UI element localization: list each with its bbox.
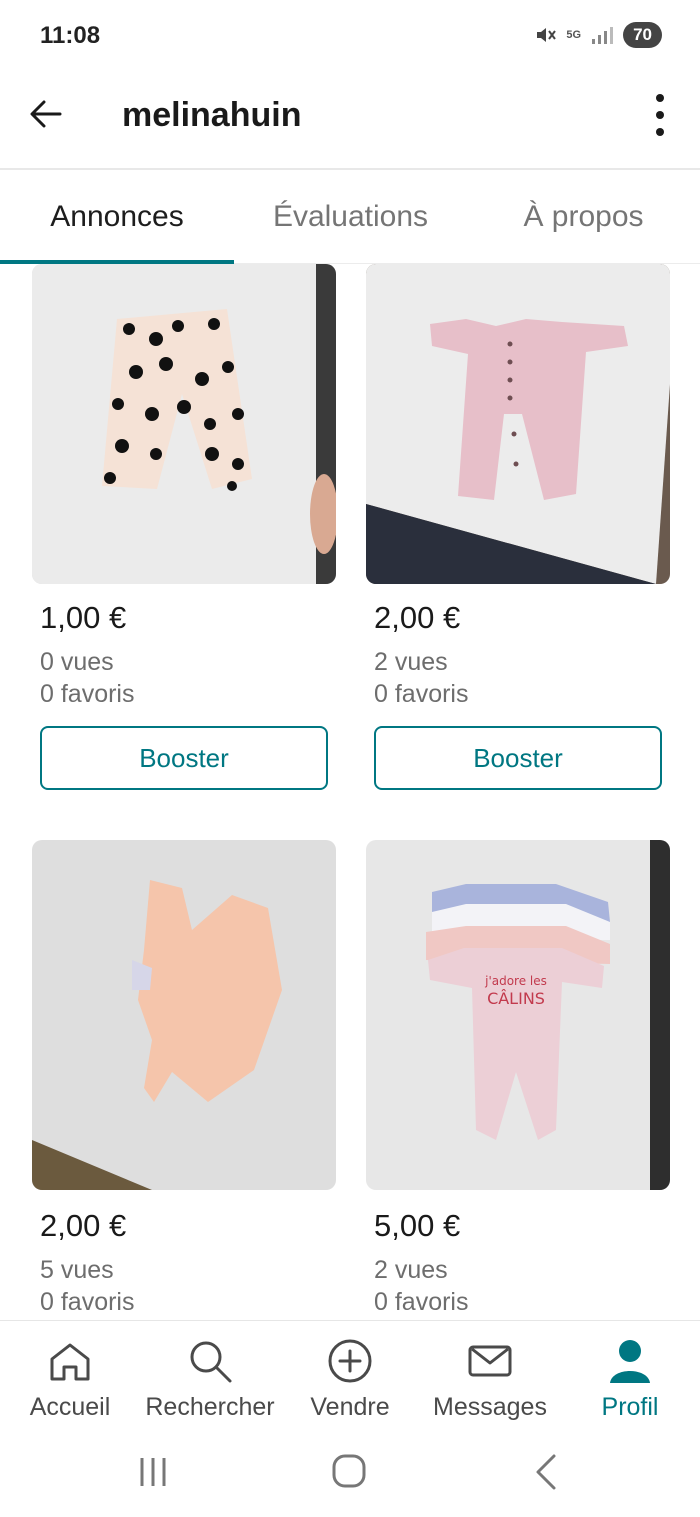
network-label: 5G bbox=[566, 29, 582, 41]
profile-header: melinahuin bbox=[0, 72, 700, 170]
onesie-photo-illustration bbox=[366, 264, 670, 584]
nav-messages-label: Messages bbox=[433, 1393, 547, 1421]
listing-favorites: 0 favoris bbox=[374, 680, 469, 708]
nav-vendre-label: Vendre bbox=[310, 1393, 390, 1421]
listing-price: 1,00 € bbox=[40, 600, 127, 635]
more-vertical-icon bbox=[656, 94, 664, 136]
nav-rechercher[interactable]: Rechercher bbox=[140, 1321, 280, 1433]
bodysuit-print-line2: CÂLINS bbox=[487, 989, 545, 1008]
profile-icon bbox=[610, 1340, 650, 1383]
listing-views: 5 vues bbox=[40, 1256, 114, 1284]
listing-photo[interactable] bbox=[32, 840, 336, 1190]
nav-accueil[interactable]: Accueil bbox=[0, 1321, 140, 1433]
tab-annonces[interactable]: Annonces bbox=[0, 170, 234, 264]
listing-card[interactable]: j'adore les CÂLINS 5,00 € 2 vues 0 favor… bbox=[366, 840, 670, 1320]
nav-accueil-label: Accueil bbox=[29, 1393, 111, 1421]
arrow-left-icon bbox=[30, 100, 62, 128]
listing-views: 2 vues bbox=[374, 648, 448, 676]
listing-photo[interactable]: j'adore les CÂLINS bbox=[366, 840, 670, 1190]
leggings-photo-illustration bbox=[32, 264, 336, 584]
recent-apps-icon bbox=[140, 1458, 166, 1486]
battery-badge: 70 bbox=[623, 22, 662, 48]
listing-photo[interactable] bbox=[366, 264, 670, 584]
nav-profil[interactable]: Profil bbox=[560, 1321, 700, 1433]
back-button[interactable] bbox=[26, 94, 66, 134]
nav-messages[interactable]: Messages bbox=[420, 1321, 560, 1433]
listing-price: 2,00 € bbox=[374, 600, 461, 635]
plus-circle-icon bbox=[328, 1339, 372, 1383]
status-time: 11:08 bbox=[40, 22, 101, 49]
status-icons: 5G 70 bbox=[534, 22, 662, 48]
profile-tabs: Annonces Évaluations À propos bbox=[0, 170, 700, 264]
listing-card[interactable]: 2,00 € 5 vues 0 favoris bbox=[32, 840, 336, 1320]
back-system-button[interactable] bbox=[520, 1452, 570, 1492]
listing-card[interactable]: 1,00 € 0 vues 0 favoris Booster bbox=[32, 264, 336, 804]
search-icon bbox=[190, 1341, 232, 1383]
mute-icon bbox=[534, 24, 557, 46]
booster-button[interactable]: Booster bbox=[374, 726, 662, 790]
home-icon bbox=[50, 1343, 90, 1381]
signal-icon bbox=[591, 25, 614, 45]
profile-username: melinahuin bbox=[122, 96, 302, 134]
nav-profil-label: Profil bbox=[601, 1393, 659, 1421]
mail-icon bbox=[468, 1345, 512, 1377]
nav-rechercher-label: Rechercher bbox=[145, 1393, 275, 1421]
more-options-button[interactable] bbox=[650, 92, 670, 138]
home-system-button[interactable] bbox=[324, 1452, 374, 1492]
listings-grid: 1,00 € 0 vues 0 favoris Booster 2,00 € 2… bbox=[0, 264, 700, 1320]
listing-favorites: 0 favoris bbox=[40, 1288, 135, 1316]
listing-price: 5,00 € bbox=[374, 1208, 461, 1243]
listing-views: 2 vues bbox=[374, 1256, 448, 1284]
bodysuit-print-line1: j'adore les bbox=[484, 974, 547, 988]
system-navigation-bar bbox=[0, 1432, 700, 1517]
bodysuits-photo-illustration: j'adore les CÂLINS bbox=[366, 840, 670, 1190]
chevron-left-icon bbox=[536, 1454, 556, 1490]
status-bar: 11:08 5G 70 bbox=[0, 0, 700, 72]
listing-favorites: 0 favoris bbox=[40, 680, 135, 708]
tab-evaluations[interactable]: Évaluations bbox=[234, 170, 467, 264]
dress-photo-illustration bbox=[32, 840, 336, 1190]
listing-card[interactable]: 2,00 € 2 vues 0 favoris Booster bbox=[366, 264, 670, 804]
listing-favorites: 0 favoris bbox=[374, 1288, 469, 1316]
tab-a-propos[interactable]: À propos bbox=[467, 170, 700, 264]
home-circle-icon bbox=[332, 1454, 366, 1488]
listing-views: 0 vues bbox=[40, 648, 114, 676]
booster-button[interactable]: Booster bbox=[40, 726, 328, 790]
bottom-navigation: Accueil Rechercher Vendre Messages Profi… bbox=[0, 1320, 700, 1432]
listing-price: 2,00 € bbox=[40, 1208, 127, 1243]
recent-apps-button[interactable] bbox=[128, 1452, 178, 1492]
listing-photo[interactable] bbox=[32, 264, 336, 584]
nav-vendre[interactable]: Vendre bbox=[280, 1321, 420, 1433]
